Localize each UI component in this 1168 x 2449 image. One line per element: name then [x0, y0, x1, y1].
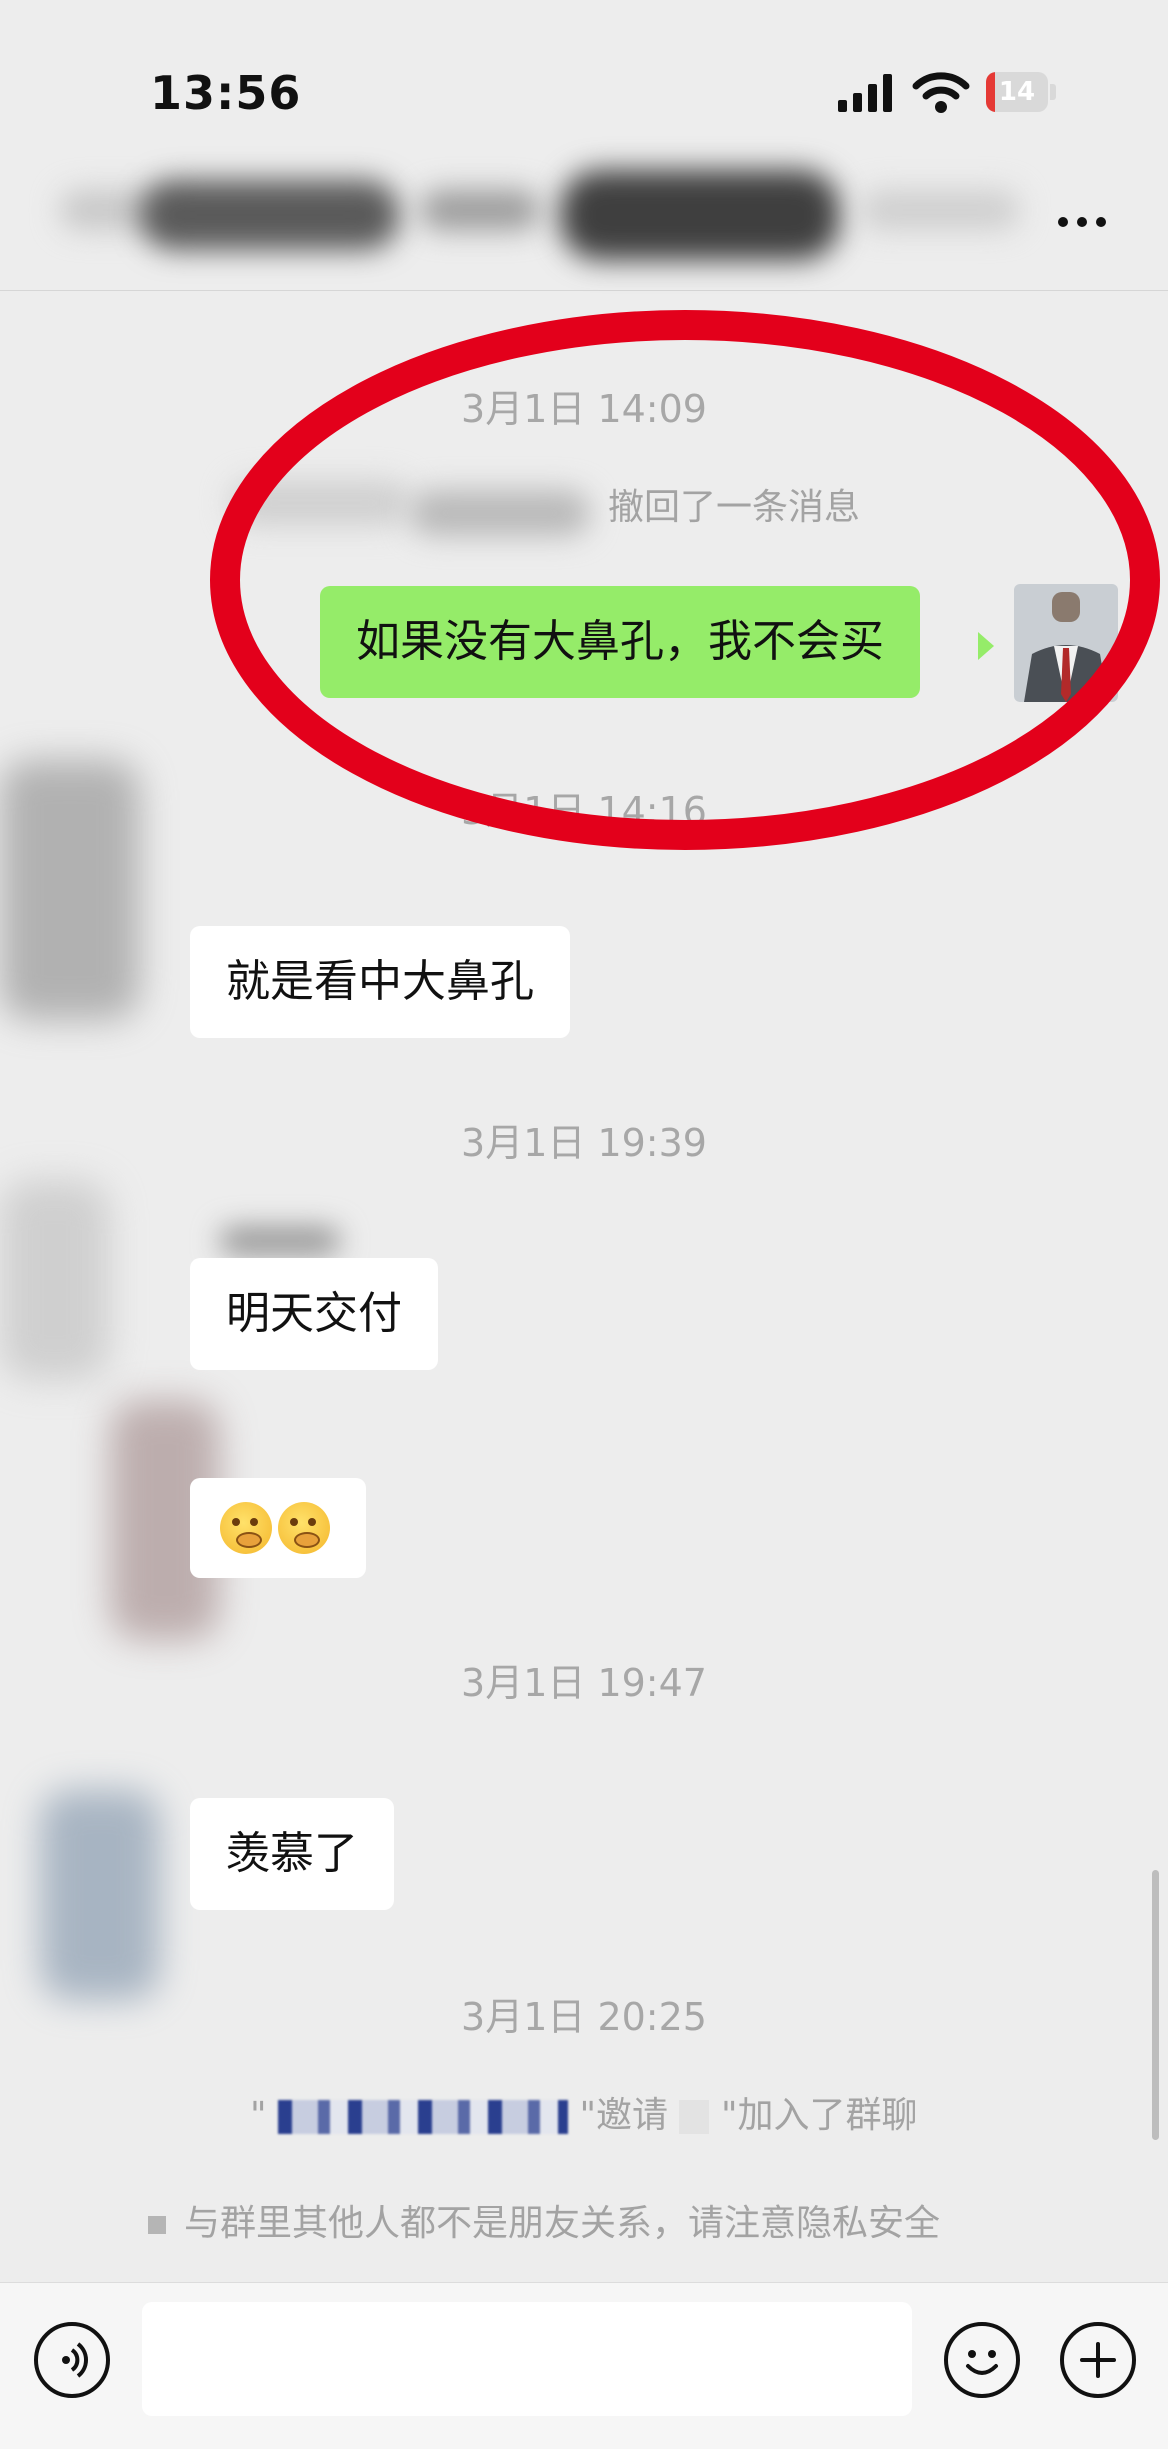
privacy-notice: 与群里其他人都不是朋友关系，请注意隐私安全 [148, 2194, 940, 2246]
cellular-signal-icon [838, 74, 892, 112]
masked-username [278, 2100, 569, 2134]
sender-avatar-blurred[interactable] [40, 1790, 160, 2000]
battery-percent: 14 [998, 77, 1036, 107]
red-annotation-circle [210, 310, 1160, 850]
received-message-bubble[interactable]: 明天交付 [190, 1258, 438, 1370]
received-emoji-bubble[interactable] [190, 1478, 366, 1578]
scrollbar[interactable] [1152, 1870, 1159, 2140]
status-time: 13:56 [150, 66, 302, 120]
voice-icon[interactable] [34, 2322, 110, 2398]
wifi-icon [912, 72, 970, 113]
timestamp: 3月1日 19:47 [461, 1661, 707, 1705]
face-with-hand-over-mouth-emoji [220, 1502, 272, 1554]
timestamp: 3月1日 20:25 [461, 1995, 707, 2039]
timestamp: 3月1日 19:39 [461, 1121, 707, 1165]
notice-icon [148, 2216, 166, 2234]
face-with-hand-over-mouth-emoji [278, 1502, 330, 1554]
battery-indicator: 14 [986, 72, 1058, 112]
sender-avatar-blurred[interactable] [0, 760, 140, 1020]
invite-notice: " "邀请 "加入了群聊 [250, 2095, 918, 2136]
message-input[interactable] [142, 2302, 912, 2416]
sender-avatar-blurred[interactable] [0, 1180, 110, 1380]
more-horizontal-icon[interactable] [1058, 212, 1118, 236]
chat-header [0, 150, 1168, 291]
received-message-bubble[interactable]: 羡慕了 [190, 1798, 394, 1910]
plus-icon[interactable] [1060, 2322, 1136, 2398]
chat-title-blurred [140, 180, 400, 250]
received-message-bubble[interactable]: 就是看中大鼻孔 [190, 926, 570, 1038]
smile-icon[interactable] [944, 2322, 1020, 2398]
